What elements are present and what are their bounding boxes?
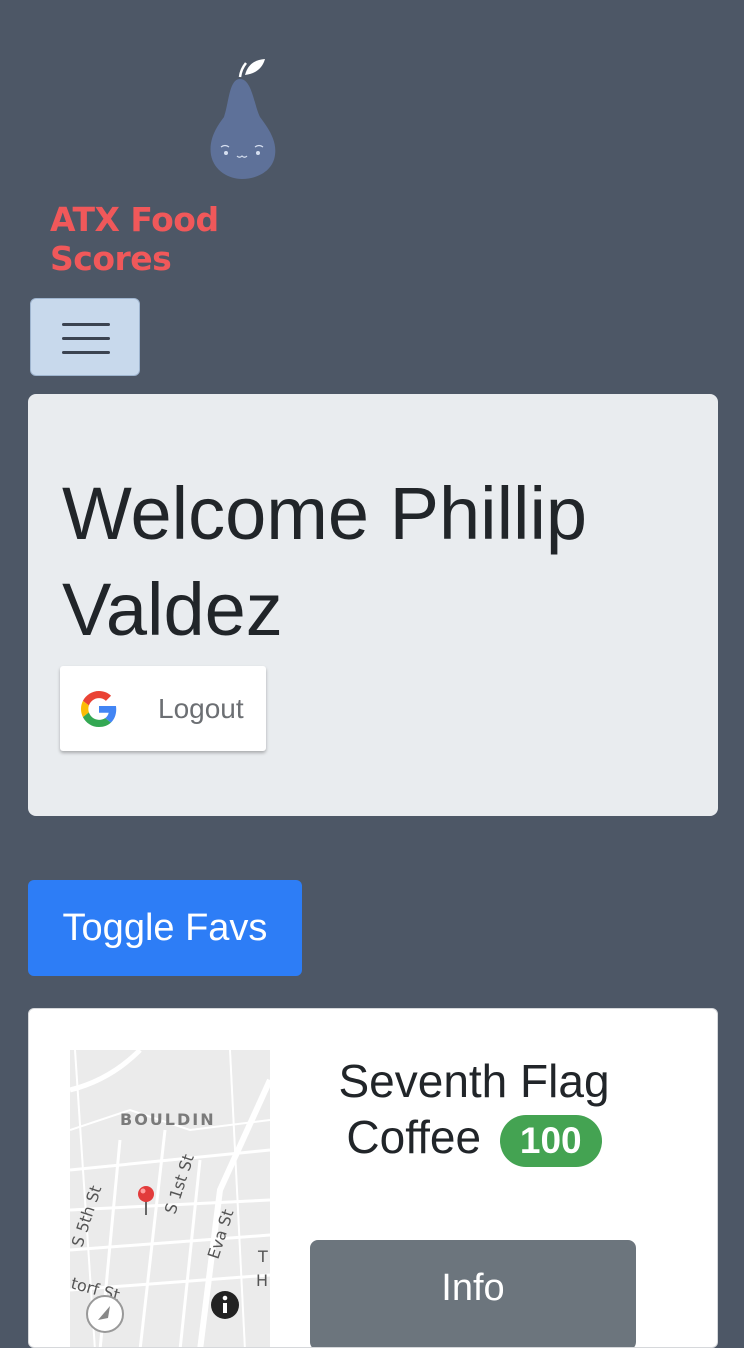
hamburger-icon-line	[62, 337, 110, 340]
navbar-toggle-button[interactable]	[30, 298, 140, 376]
google-logout-button[interactable]: Logout	[60, 666, 266, 751]
toggle-favs-button[interactable]: Toggle Favs	[28, 880, 302, 976]
restaurant-name-heading: Seventh Flag Coffee 100	[329, 1053, 619, 1167]
hamburger-icon	[62, 323, 110, 326]
welcome-heading: Welcome Phillip Valdez	[62, 472, 588, 651]
google-icon	[81, 691, 117, 727]
pear-logo-icon	[210, 59, 276, 179]
map-neighborhood-label: BOULDIN	[120, 1110, 216, 1129]
svg-text:T: T	[257, 1247, 268, 1266]
logout-label: Logout	[158, 693, 244, 724]
hamburger-icon-line	[62, 351, 110, 354]
compass-icon[interactable]	[86, 1295, 124, 1333]
site-logo[interactable]: ATX Food Scores	[50, 55, 340, 278]
welcome-jumbotron: Welcome Phillip Valdez Logout	[28, 394, 718, 816]
restaurant-card: BOULDIN S 5th St S 1st St Eva St torf St…	[28, 1008, 718, 1348]
brand-name: ATX Food Scores	[50, 200, 219, 278]
restaurant-map[interactable]: BOULDIN S 5th St S 1st St Eva St torf St…	[70, 1050, 270, 1347]
info-icon[interactable]	[211, 1291, 239, 1319]
svg-text:H: H	[256, 1271, 268, 1290]
map-canvas: BOULDIN S 5th St S 1st St Eva St torf St…	[70, 1050, 270, 1347]
health-score-badge: 100	[499, 1114, 602, 1167]
